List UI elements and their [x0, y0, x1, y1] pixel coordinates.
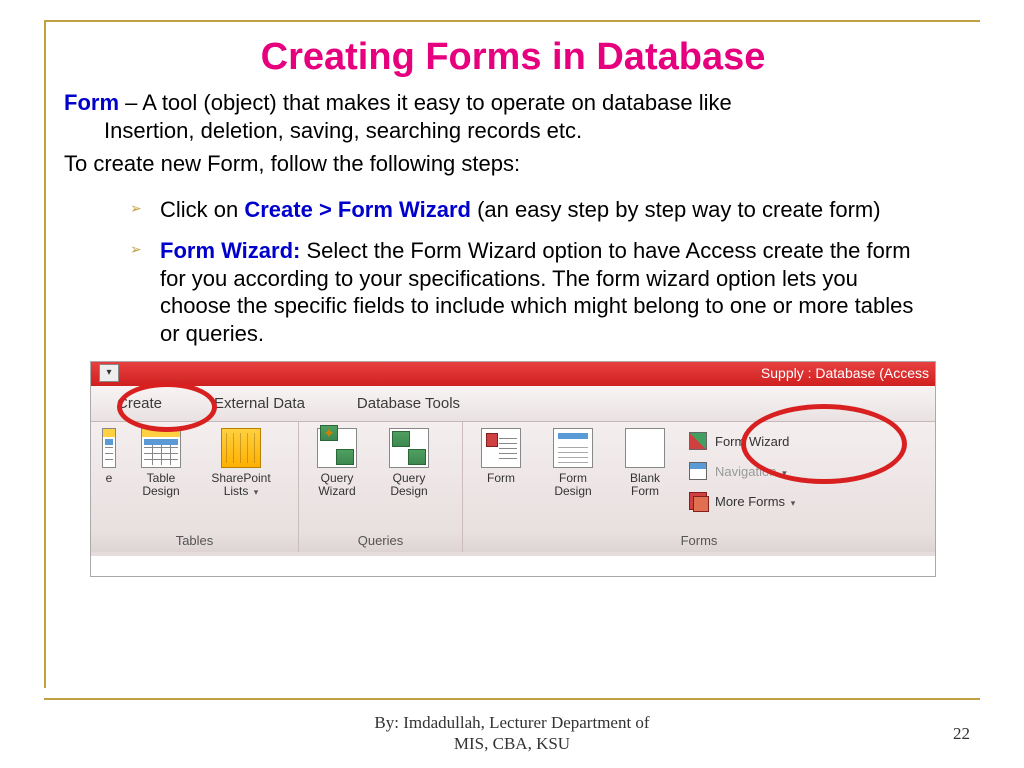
- page-number: 22: [953, 724, 970, 744]
- form-design-button[interactable]: Form Design: [543, 428, 603, 512]
- form-label: Form: [487, 472, 515, 485]
- navigation-label: Navigation ▾: [715, 464, 787, 479]
- blank-form-button[interactable]: Blank Form: [615, 428, 675, 512]
- blank-form-icon: [625, 428, 665, 468]
- form-button[interactable]: Form: [471, 428, 531, 512]
- more-forms-label: More Forms ▾: [715, 494, 795, 509]
- ribbon-group-forms: Form Form Design Blank Form: [463, 422, 935, 552]
- sharepoint-label: SharePoint Lists ▾: [203, 472, 279, 498]
- ribbon-tabstrip: Create External Data Database Tools: [91, 386, 935, 422]
- query-wizard-button[interactable]: Query Wizard: [307, 428, 367, 498]
- ribbon-body: e Table Design SharePoint Lists ▾ Tables: [91, 422, 935, 556]
- slide-frame: Creating Forms in Database Form – A tool…: [44, 20, 980, 688]
- window-titlebar: ▾ Supply : Database (Access: [91, 362, 935, 386]
- sharepoint-icon: [221, 428, 261, 468]
- form-icon: [481, 428, 521, 468]
- group-label-queries: Queries: [299, 533, 462, 552]
- ribbon-screenshot: ▾ Supply : Database (Access Create Exter…: [90, 361, 936, 577]
- sharepoint-lists-button[interactable]: SharePoint Lists ▾: [203, 428, 279, 498]
- definition-text-2: Insertion, deletion, saving, searching r…: [64, 117, 962, 145]
- bullet-list: Click on Create > Form Wizard (an easy s…: [64, 196, 962, 348]
- query-design-label: Query Design: [379, 472, 439, 498]
- table-icon: [102, 428, 116, 468]
- query-design-button[interactable]: Query Design: [379, 428, 439, 498]
- term-form: Form: [64, 90, 119, 115]
- instruction-intro: To create new Form, follow the following…: [64, 150, 962, 178]
- form-wizard-label: Form Wizard: [715, 434, 789, 449]
- group-label-forms: Forms: [463, 533, 935, 552]
- table-design-button[interactable]: Table Design: [131, 428, 191, 498]
- window-title-text: Supply : Database (Access: [761, 365, 929, 381]
- form-design-label: Form Design: [543, 472, 603, 498]
- chevron-down-icon: ▾: [791, 498, 796, 508]
- ribbon-group-queries: Query Wizard Query Design Queries: [299, 422, 463, 552]
- tab-create[interactable]: Create: [91, 386, 188, 422]
- bullet2-term: Form Wizard:: [160, 238, 300, 263]
- navigation-button[interactable]: Navigation ▾: [689, 460, 833, 482]
- partial-button[interactable]: e: [99, 428, 119, 498]
- tab-database-tools[interactable]: Database Tools: [331, 386, 486, 422]
- footer-line-1: By: Imdadullah, Lecturer Department of: [0, 713, 1024, 733]
- ribbon-group-tables: e Table Design SharePoint Lists ▾ Tables: [91, 422, 299, 552]
- table-design-icon: [141, 428, 181, 468]
- navigation-icon: [689, 462, 707, 480]
- chevron-down-icon: ▾: [782, 468, 787, 478]
- query-wizard-icon: [317, 428, 357, 468]
- footer-line-2: MIS, CBA, KSU: [0, 734, 1024, 754]
- slide-footer: By: Imdadullah, Lecturer Department of M…: [0, 713, 1024, 754]
- more-forms-icon: [689, 492, 707, 510]
- quick-access-dropdown-icon[interactable]: ▾: [99, 364, 119, 382]
- definition-paragraph: Form – A tool (object) that makes it eas…: [64, 89, 962, 144]
- forms-side-commands: Form Wizard Navigation ▾ More Forms ▾: [683, 422, 843, 512]
- form-wizard-icon: [689, 432, 707, 450]
- group-label-tables: Tables: [91, 533, 298, 552]
- form-design-icon: [553, 428, 593, 468]
- definition-text-1: – A tool (object) that makes it easy to …: [119, 90, 732, 115]
- query-design-icon: [389, 428, 429, 468]
- bullet1-menu-path: Create > Form Wizard: [244, 197, 471, 222]
- page-title: Creating Forms in Database: [46, 36, 980, 79]
- list-item: Form Wizard: Select the Form Wizard opti…: [134, 237, 932, 347]
- blank-form-label: Blank Form: [615, 472, 675, 498]
- list-item: Click on Create > Form Wizard (an easy s…: [134, 196, 932, 224]
- partial-label: e: [106, 472, 113, 485]
- footer-rule: [44, 698, 980, 700]
- bullet1-pre: Click on: [160, 197, 244, 222]
- bullet1-post: (an easy step by step way to create form…: [471, 197, 881, 222]
- query-wizard-label: Query Wizard: [307, 472, 367, 498]
- tab-external-data[interactable]: External Data: [188, 386, 331, 422]
- body-text: Form – A tool (object) that makes it eas…: [46, 89, 980, 347]
- chevron-down-icon: ▾: [254, 487, 259, 497]
- table-design-label: Table Design: [131, 472, 191, 498]
- more-forms-button[interactable]: More Forms ▾: [689, 490, 833, 512]
- form-wizard-button[interactable]: Form Wizard: [689, 430, 833, 452]
